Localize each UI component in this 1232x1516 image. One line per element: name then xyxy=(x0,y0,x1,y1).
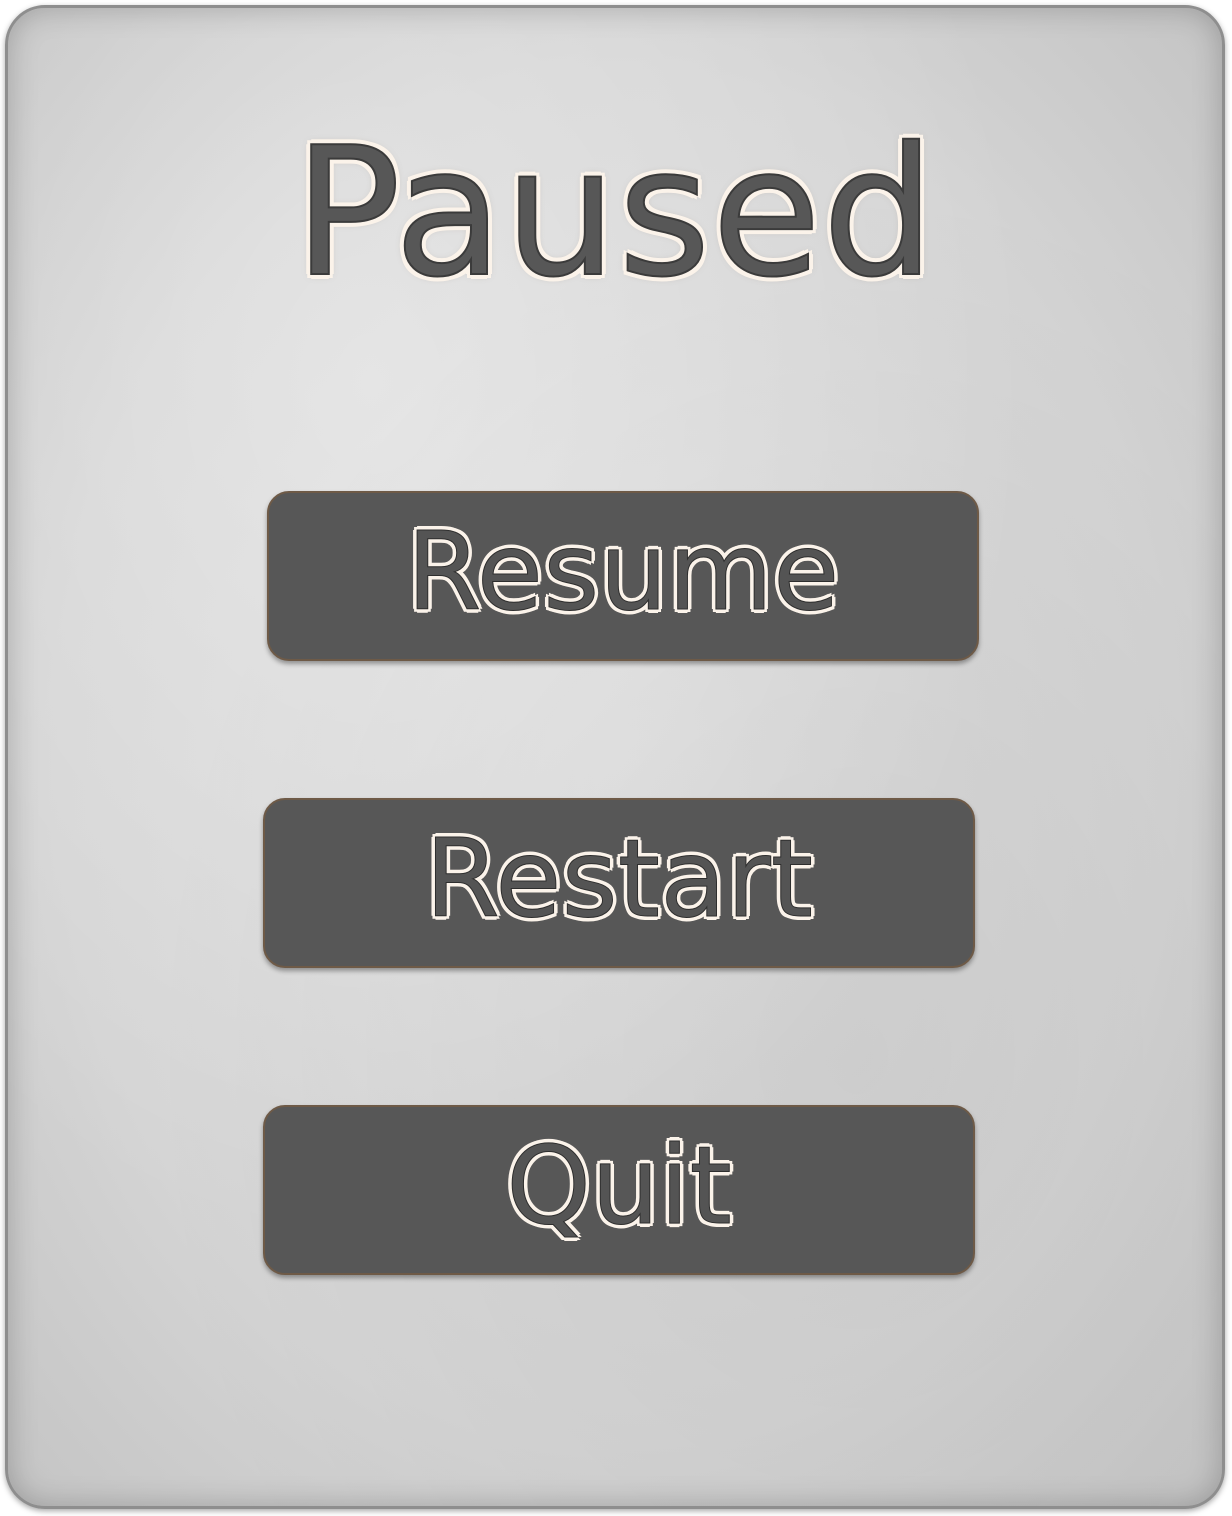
restart-button[interactable]: Restart xyxy=(263,798,975,968)
pause-menu-panel: Paused Resume Restart Quit xyxy=(5,5,1225,1509)
quit-button[interactable]: Quit xyxy=(263,1105,975,1275)
resume-button-label: Resume xyxy=(406,510,840,635)
quit-button-label: Quit xyxy=(506,1124,733,1249)
pause-title: Paused xyxy=(293,108,937,317)
restart-button-label: Restart xyxy=(424,817,814,942)
resume-button[interactable]: Resume xyxy=(267,491,979,661)
